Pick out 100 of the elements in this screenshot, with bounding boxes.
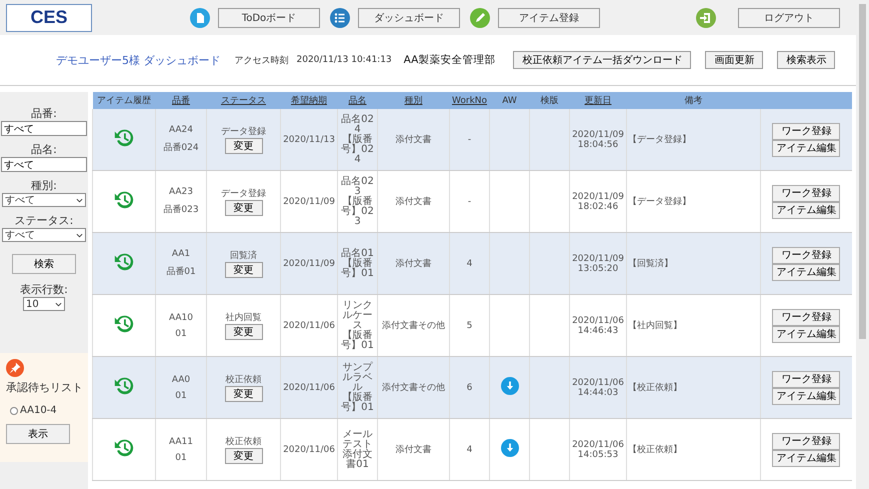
nav-button[interactable]: ダッシュボード [358, 8, 460, 28]
version-text: 【版番号】01 [340, 258, 375, 278]
item-name: 品名01 [340, 248, 375, 258]
column-header[interactable]: 品名 [338, 92, 378, 109]
row-action-button[interactable]: ワーク登録 [772, 370, 840, 388]
item-name: 品名023 [340, 176, 375, 196]
change-button[interactable]: 変更 [224, 324, 262, 340]
work-number: 6 [466, 382, 472, 392]
column-header[interactable]: 更新日 [570, 92, 626, 109]
row-action-button[interactable]: アイテム編集 [772, 450, 840, 466]
status-text: 校正依頼 [224, 436, 262, 448]
row-action-button[interactable]: ワーク登録 [772, 308, 840, 326]
change-button[interactable]: 変更 [224, 262, 262, 278]
item-type: 添付文書 [396, 197, 432, 207]
ces-logo[interactable]: CES [6, 4, 92, 32]
change-button[interactable]: 変更 [224, 138, 262, 154]
row-action-button[interactable]: アイテム編集 [772, 202, 840, 218]
item-name: メールテスト添付文書01 [342, 430, 374, 470]
history-icon[interactable] [113, 127, 135, 149]
updated-time: 14:44:03 [576, 388, 620, 398]
remarks-text: 【社内回覧】 [628, 321, 682, 331]
due-date: 2020/11/13 [283, 134, 335, 144]
column-header[interactable]: WorkNo [450, 92, 490, 109]
updated-date: 2020/11/06 [571, 378, 625, 388]
history-icon[interactable] [113, 189, 135, 211]
due-date: 2020/11/06 [283, 444, 335, 454]
row-action-button[interactable]: ワーク登録 [772, 246, 840, 264]
status-text: 校正依頼 [224, 374, 262, 386]
chevron-down-icon [55, 302, 62, 306]
item-type: 添付文書その他 [382, 321, 445, 331]
updated-date: 2020/11/06 [571, 440, 625, 450]
version-text: 【版番号】01 [340, 330, 375, 350]
row-action-button[interactable]: ワーク登録 [772, 432, 840, 450]
pin-icon [6, 359, 24, 377]
remarks-text: 【データ登録】 [628, 135, 691, 145]
download-icon[interactable] [500, 377, 518, 395]
remarks-text: 【データ登録】 [628, 197, 691, 207]
item-type: 添付文書 [396, 259, 432, 269]
history-icon[interactable] [113, 251, 135, 273]
toolbar-button[interactable]: 校正依頼アイテム一括ダウンロード [513, 51, 692, 69]
row-action-button[interactable]: アイテム編集 [772, 264, 840, 280]
column-header[interactable]: ステータス [206, 92, 280, 109]
updated-time: 18:04:56 [576, 140, 620, 150]
download-icon[interactable] [500, 439, 518, 457]
item-name: サンプルラベル [342, 362, 374, 392]
row-action-button[interactable]: アイテム編集 [772, 388, 840, 404]
pencil-icon[interactable] [470, 8, 490, 28]
item-number: 01 [174, 452, 188, 462]
logout-icon[interactable] [696, 8, 716, 28]
show-button[interactable]: 表示 [6, 424, 70, 444]
change-button[interactable]: 変更 [224, 448, 262, 464]
toolbar-button[interactable]: 画面更新 [705, 51, 764, 69]
item-name: 品名024 [340, 114, 375, 134]
item-code: AA10 [168, 312, 194, 322]
updated-time: 14:46:43 [576, 326, 620, 336]
item-code: AA23 [168, 187, 194, 197]
filter-field[interactable]: すべて [1, 157, 87, 172]
change-button[interactable]: 変更 [224, 386, 262, 402]
nav-button[interactable]: ToDoボード [218, 8, 320, 28]
nav-button[interactable]: アイテム登録 [498, 8, 600, 28]
item-number: 品番024 [162, 142, 200, 154]
toolbar-button[interactable]: 検索表示 [777, 51, 836, 69]
column-header[interactable]: 品番 [156, 92, 206, 109]
due-date: 2020/11/09 [283, 196, 335, 206]
history-icon[interactable] [113, 375, 135, 397]
row-action-button[interactable]: アイテム編集 [772, 140, 840, 156]
search-button[interactable]: 検索 [12, 254, 76, 274]
filter-label: 品番: [31, 106, 57, 121]
scrollbar[interactable] [856, 0, 869, 489]
row-action-button[interactable]: アイテム編集 [772, 326, 840, 342]
chevron-down-icon [76, 232, 83, 238]
rows-dropdown[interactable]: 10 [23, 297, 65, 311]
updated-date: 2020/11/09 [571, 192, 625, 202]
work-number: 5 [466, 320, 472, 330]
row-action-button[interactable]: ワーク登録 [772, 184, 840, 202]
filter-field[interactable]: すべて [1, 121, 87, 136]
row-action-button[interactable]: ワーク登録 [772, 122, 840, 140]
rows-label: 表示行数: [20, 282, 68, 297]
change-button[interactable]: 変更 [224, 200, 262, 216]
item-name: リンクルケース [342, 300, 374, 330]
column-header: 備考 [626, 92, 760, 109]
due-date: 2020/11/09 [283, 258, 335, 268]
column-header: アイテム履歴 [92, 92, 156, 109]
history-icon[interactable] [113, 313, 135, 335]
filter-label: ステータス: [14, 213, 74, 228]
work-number: - [468, 134, 472, 144]
item-number: 品番023 [162, 204, 200, 216]
item-type: 添付文書その他 [382, 383, 445, 393]
item-code: AA24 [168, 125, 194, 135]
updated-date: 2020/11/06 [571, 316, 625, 326]
column-header[interactable]: 希望納期 [280, 92, 338, 109]
pending-radio[interactable]: AA10-4 [10, 405, 57, 416]
filter-dropdown[interactable]: すべて [2, 193, 86, 207]
filter-dropdown[interactable]: すべて [2, 228, 86, 242]
history-icon[interactable] [113, 437, 135, 459]
document-icon[interactable] [190, 8, 210, 28]
department-name: AA製薬安全管理部 [404, 53, 496, 67]
column-header[interactable]: 種別 [378, 92, 450, 109]
logout-button[interactable]: ログアウト [738, 8, 840, 28]
list-icon[interactable] [330, 8, 350, 28]
